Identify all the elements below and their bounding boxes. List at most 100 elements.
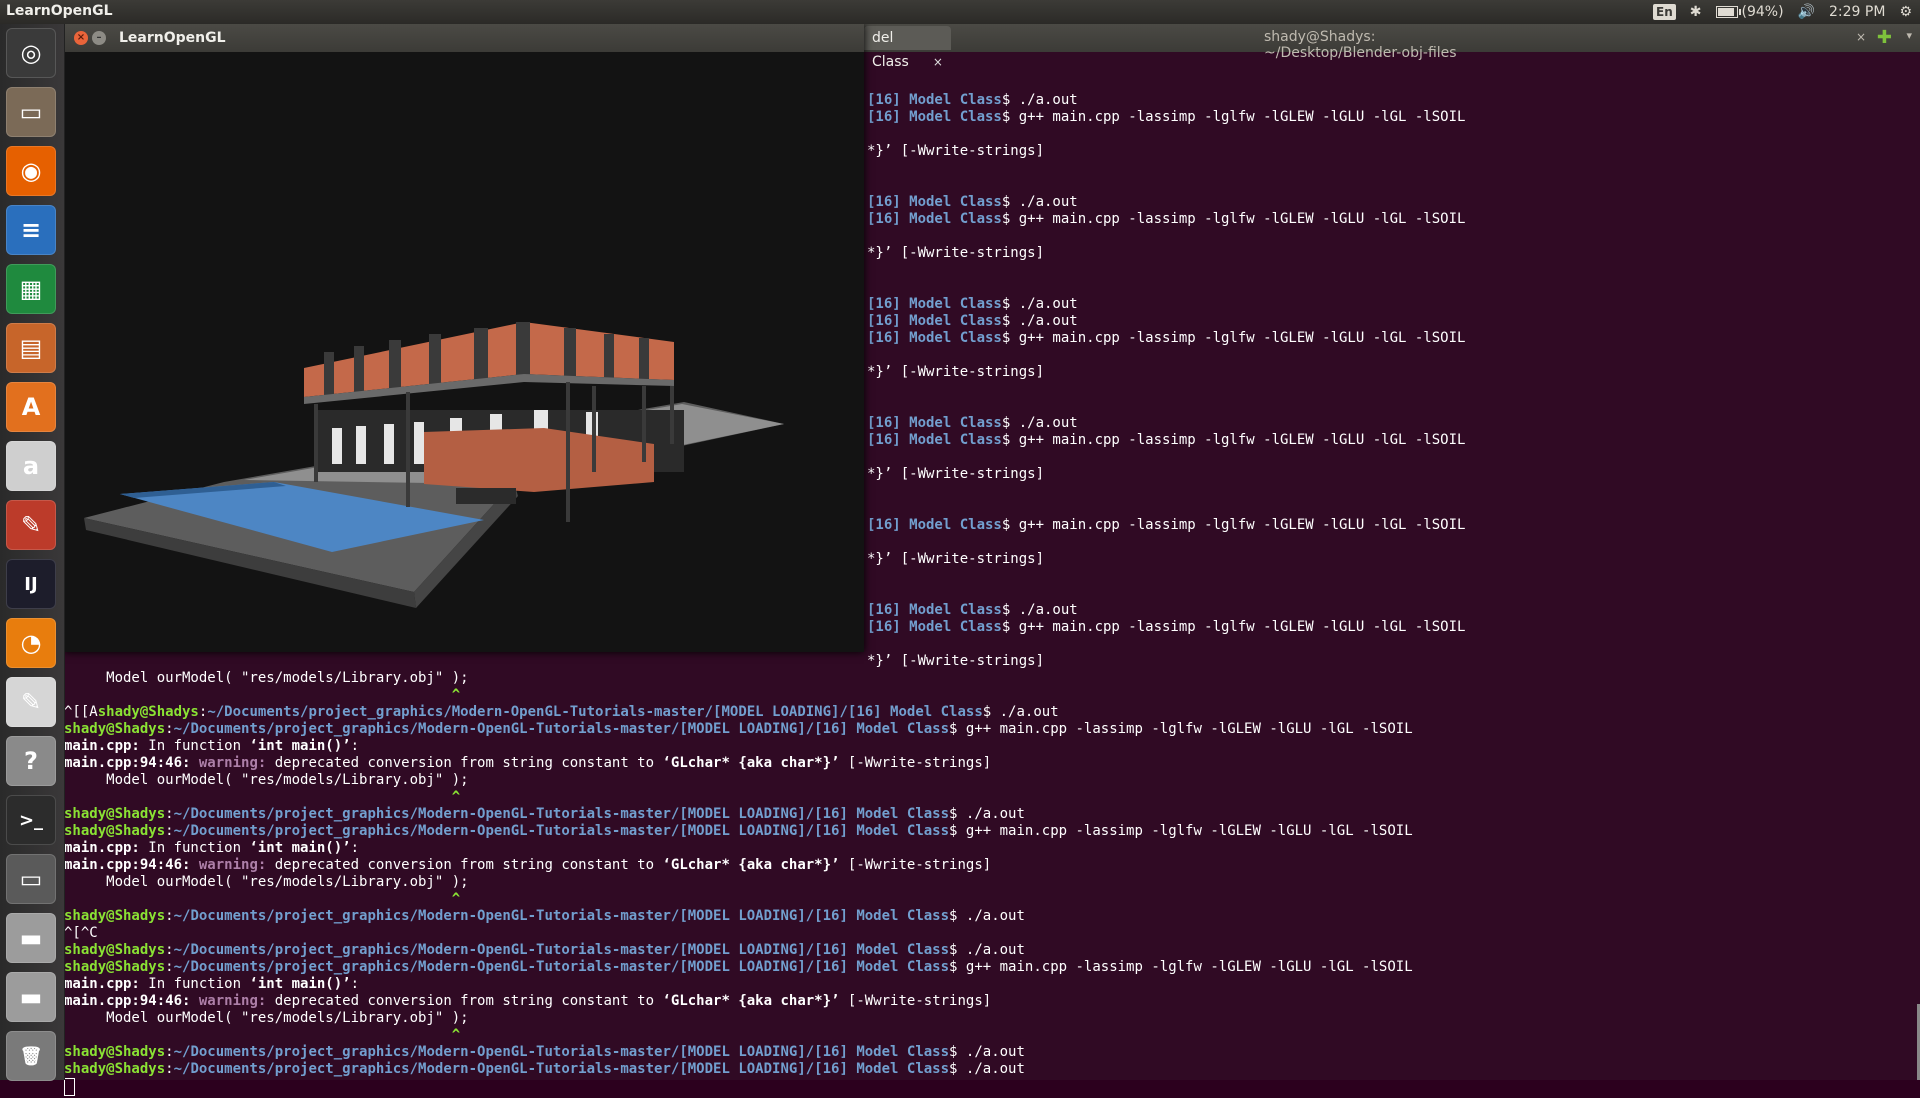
settings-gear-icon[interactable]: ⚙ [1899,4,1912,20]
terminal-text: main.cpp: [64,976,140,992]
terminal-text: $ ./a.out [949,1044,1025,1060]
terminal-text: ~/Documents/project_graphics/Modern-Open… [173,721,950,737]
terminal-text: : [350,738,360,754]
files-icon[interactable]: ▭ [6,87,56,137]
writer-icon[interactable]: ≡ [6,205,56,255]
battery-indicator[interactable]: (94%) [1715,4,1784,20]
tab-menu-chevron-icon[interactable]: ▾ [1906,29,1912,42]
terminal-line: shady@Shadys:~/Documents/project_graphic… [64,1061,1025,1078]
terminal-text: ‘GLchar* {aka char*}’ [662,857,840,873]
impress-icon[interactable]: ▤ [6,323,56,373]
battery-icon [1715,6,1741,18]
rendered-3d-scene[interactable] [64,52,864,652]
amazon-icon[interactable]: a [6,441,56,491]
software-center-icon[interactable]: A [6,382,56,432]
terminal-line: shady@Shadys:~/Documents/project_graphic… [64,942,1025,959]
terminal-text: $ g++ main.cpp -lassimp -lglfw -lGLEW -l… [1001,211,1466,227]
window-minimize-button[interactable]: – [92,31,106,45]
firefox-icon[interactable]: ◉ [6,146,56,196]
terminal-line: [16] Model Class$ ./a.out [867,415,1078,432]
terminal-line: ^ [64,1027,460,1044]
blender-icon[interactable]: ◔ [6,618,56,668]
text-editor-icon[interactable]: ✎ [6,677,56,727]
intellij-icon[interactable]: IJ [6,559,56,609]
terminal-line: main.cpp:94:46: warning: deprecated conv… [64,755,991,772]
terminal-line: shady@Shadys:~/Documents/project_graphic… [64,908,1025,925]
terminal-text: ^[^C [64,925,98,941]
terminal-text: ‘GLchar* {aka char*}’ [662,993,840,1009]
window-close-button[interactable]: × [74,31,88,45]
terminal-line: ^ [64,789,460,806]
terminal-text: [16] Model Class [867,296,1002,312]
terminal-text: main.cpp: [64,840,140,856]
terminal-text: shady@Shadys [64,806,166,822]
terminal-text: shady@Shadys [64,823,166,839]
terminal-text: $ g++ main.cpp -lassimp -lglfw -lGLEW -l… [949,721,1413,737]
terminal-text: *}’ [-Wwrite-strings] [867,245,1045,261]
volume-icon[interactable]: 🔊 [1798,4,1815,20]
terminal-line: *}’ [-Wwrite-strings] [867,653,1044,670]
drive-icon-2[interactable]: ▬ [6,972,56,1022]
terminal-line: shady@Shadys:~/Documents/project_graphic… [64,1044,1025,1061]
terminal-text: : [165,721,174,737]
terminal-text: $ ./a.out [1001,92,1078,108]
terminal-line: shady@Shadys:~/Documents/project_graphic… [64,806,1025,823]
terminal-text: ~/Documents/project_graphics/Modern-Open… [173,1044,950,1060]
terminal-text: $ ./a.out [949,1061,1025,1077]
drive-icon[interactable]: ▬ [6,913,56,963]
trash-icon[interactable]: 🗑 [6,1031,56,1081]
terminal-text: ~/Documents/project_graphics/Modern-Open… [173,823,950,839]
keyboard-layout-indicator[interactable]: En [1653,4,1676,20]
terminal-tab[interactable]: del Class × [864,26,951,70]
terminal-text: $ ./a.out [1001,602,1078,618]
terminal-text: $ ./a.out [949,908,1025,924]
terminal-text: [16] Model Class [867,194,1002,210]
active-app-title: LearnOpenGL [6,3,113,19]
top-panel: LearnOpenGL En ✱ (94%) 🔊 2:29 PM ⚙ [0,0,1920,24]
terminal-text: warning: [198,857,267,873]
terminal-line: *}’ [-Wwrite-strings] [867,245,1044,262]
terminal-text: Model ourModel( "res/models/Library.obj"… [64,1010,469,1026]
terminal-text: $ g++ main.cpp -lassimp -lglfw -lGLEW -l… [949,959,1413,975]
help-icon[interactable]: ? [6,736,56,786]
terminal-text: warning: [198,993,267,1009]
ubuntu-dash-icon[interactable]: ◎ [6,28,56,78]
terminal-text: In function [139,840,250,856]
terminal-icon[interactable]: >_ [6,795,56,845]
terminal-text: [16] Model Class [867,517,1002,533]
entrance-bench [456,488,516,504]
terminal-line: shady@Shadys:~/Documents/project_graphic… [64,823,1413,840]
terminal-line: ^[[Ashady@Shadys:~/Documents/project_gra… [64,704,1059,721]
terminal-text: shady@Shadys [64,942,166,958]
terminal-text: shady@Shadys [64,959,166,975]
terminal-text: Model ourModel( "res/models/Library.obj"… [64,670,469,686]
calc-icon[interactable]: ▦ [6,264,56,314]
tab-close-icon[interactable]: × [1856,30,1866,44]
terminal-line: [16] Model Class$ g++ main.cpp -lassimp … [867,211,1465,228]
clock[interactable]: 2:29 PM [1829,4,1885,20]
terminal-line: [16] Model Class$ ./a.out [867,602,1078,619]
new-tab-icon[interactable]: ✚ [1877,27,1892,48]
terminal-text: *}’ [-Wwrite-strings] [867,653,1045,669]
system-tray: En ✱ (94%) 🔊 2:29 PM ⚙ [1653,0,1912,24]
system-settings-icon[interactable]: ✎ [6,500,56,550]
terminal-text: main.cpp:94:46: [64,755,191,771]
bluetooth-icon[interactable]: ✱ [1690,4,1702,20]
terminal-text: Model ourModel( "res/models/Library.obj"… [64,772,469,788]
opengl-window-titlebar[interactable]: × – LearnOpenGL [64,24,864,52]
terminal-text: *}’ [-Wwrite-strings] [867,143,1045,159]
terminal-line: [16] Model Class$ ./a.out [867,296,1078,313]
workspace-switcher-icon[interactable]: ▭ [6,854,56,904]
terminal-line: [16] Model Class$ ./a.out [867,92,1078,109]
terminal-text: [-Wwrite-strings] [839,857,992,873]
terminal-text: shady@Shadys [97,704,199,720]
terminal-text: *}’ [-Wwrite-strings] [867,551,1045,567]
opengl-window-title: LearnOpenGL [119,30,226,46]
terminal-text: main.cpp:94:46: [64,857,191,873]
terminal-line: *}’ [-Wwrite-strings] [867,551,1044,568]
terminal-text: [16] Model Class [867,109,1002,125]
terminal-text: [16] Model Class [867,432,1002,448]
terminal-line [64,1078,75,1098]
